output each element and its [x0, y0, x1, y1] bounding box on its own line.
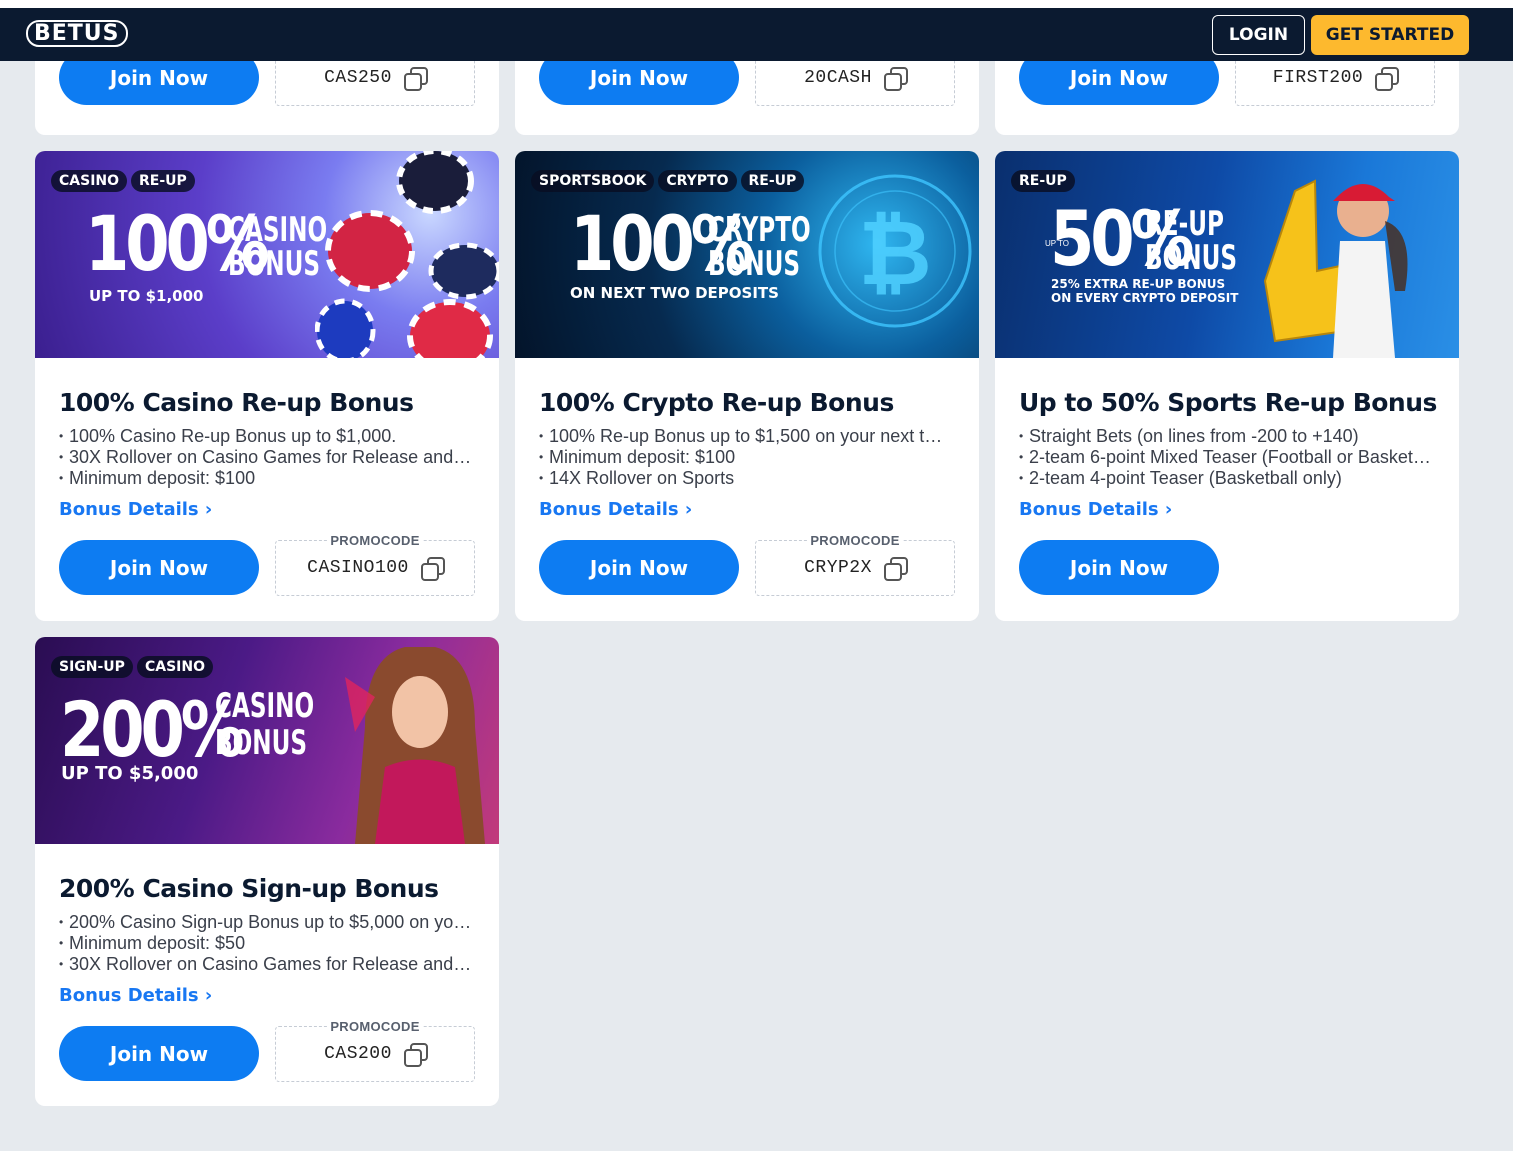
promo-code-box[interactable]: 20CASH — [755, 60, 955, 106]
promo-card-sports-reup: RE-UP UP TO 50% RE-UP BONUS 25% EXTRA RE… — [995, 151, 1459, 621]
tag: CRYPTO — [658, 170, 737, 192]
promo-code-box[interactable]: CAS250 — [275, 60, 475, 106]
banner-word-1: CASINO — [215, 686, 315, 726]
promo-code: CAS200 — [324, 1044, 392, 1064]
promo-code-box[interactable]: PROMOCODE CRYP2X — [755, 533, 955, 596]
bullet-item: Minimum deposit: $100 — [59, 468, 475, 489]
promo-code-box[interactable]: FIRST200 — [1235, 60, 1435, 106]
tag: RE-UP — [740, 170, 805, 192]
bullet-item: 14X Rollover on Sports — [539, 468, 955, 489]
promo-code: CRYP2X — [804, 558, 872, 578]
casino-chips-graphic — [315, 151, 499, 358]
bullet-item: 100% Re-up Bonus up to $1,500 on your ne… — [539, 426, 955, 447]
betus-logo[interactable]: BETUS — [26, 20, 128, 47]
copy-icon[interactable] — [403, 1043, 428, 1067]
join-now-button[interactable]: Join Now — [1019, 60, 1219, 105]
top-strip — [0, 0, 1513, 8]
copy-icon[interactable] — [1375, 67, 1400, 91]
promo-code: CASINO100 — [307, 558, 409, 578]
bullet-item: 200% Casino Sign-up Bonus up to $5,000 o… — [59, 912, 475, 933]
tag: SIGN-UP — [51, 656, 133, 678]
copy-icon[interactable] — [883, 67, 908, 91]
tag-list: RE-UP — [1011, 170, 1075, 192]
banner-word-2: BONUS — [215, 723, 308, 763]
copy-icon[interactable] — [883, 557, 908, 581]
promo-code-box[interactable]: PROMOCODE CAS200 — [275, 1019, 475, 1082]
tag-list: CASINO RE-UP — [51, 170, 195, 192]
svg-text:₿: ₿ — [858, 201, 931, 306]
banner-headline: 200% — [60, 685, 245, 774]
promo-code: FIRST200 — [1272, 68, 1364, 88]
banner-word-1: CRYPTO — [708, 210, 811, 250]
card-title: 100% Casino Re-up Bonus — [59, 388, 414, 417]
bullet-item: 100% Casino Re-up Bonus up to $1,000. — [59, 426, 475, 447]
join-now-button[interactable]: Join Now — [59, 540, 259, 595]
banner-subtitle: ON NEXT TWO DEPOSITS — [570, 284, 779, 302]
bullet-item: Minimum deposit: $50 — [59, 933, 475, 954]
bullet-item: 2-team 6-point Mixed Teaser (Football or… — [1019, 447, 1435, 468]
promo-code: CAS250 — [324, 68, 392, 88]
promo-code: 20CASH — [804, 68, 872, 88]
banner-word-2: BONUS — [228, 244, 321, 284]
promo-card-top-3: Join Now FIRST200 — [995, 60, 1459, 135]
site-header: BETUS LOGIN GET STARTED — [0, 8, 1513, 61]
join-now-button[interactable]: Join Now — [59, 1026, 259, 1081]
banner-subtitle: UP TO $5,000 — [61, 763, 199, 784]
bullet-item: Straight Bets (on lines from -200 to +14… — [1019, 426, 1435, 447]
bonus-details-link[interactable]: Bonus Details › — [539, 499, 955, 521]
promo-card-crypto-reup: SPORTSBOOK CRYPTO RE-UP ₿ 100% CRYPTO BO… — [515, 151, 979, 621]
banner-image[interactable]: CASINO RE-UP 100% CASINO BONUS UP TO $1,… — [35, 151, 499, 358]
promo-code-box[interactable]: PROMOCODE CASINO100 — [275, 533, 475, 596]
bonus-details-link[interactable]: Bonus Details › — [1019, 499, 1435, 521]
promo-card-top-1: Join Now CAS250 — [35, 60, 499, 135]
join-now-button[interactable]: Join Now — [59, 60, 259, 105]
bullet-list: Straight Bets (on lines from -200 to +14… — [1019, 426, 1435, 489]
banner-subtitle-2: ON EVERY CRYPTO DEPOSIT — [1051, 291, 1239, 305]
bullet-list: 200% Casino Sign-up Bonus up to $5,000 o… — [59, 912, 475, 975]
promo-code-label: PROMOCODE — [807, 533, 903, 548]
bullet-item: Minimum deposit: $100 — [539, 447, 955, 468]
login-button[interactable]: LOGIN — [1212, 15, 1305, 55]
card-title: 200% Casino Sign-up Bonus — [59, 874, 439, 903]
promo-code-label: PROMOCODE — [327, 533, 423, 548]
card-title: Up to 50% Sports Re-up Bonus — [1019, 388, 1437, 417]
join-now-button[interactable]: Join Now — [1019, 540, 1219, 595]
tag: SPORTSBOOK — [531, 170, 655, 192]
promo-code-label: PROMOCODE — [327, 1019, 423, 1034]
join-now-button[interactable]: Join Now — [539, 60, 739, 105]
banner-image[interactable]: SPORTSBOOK CRYPTO RE-UP ₿ 100% CRYPTO BO… — [515, 151, 979, 358]
tag: RE-UP — [131, 170, 195, 192]
bitcoin-graphic: ₿ — [818, 174, 972, 328]
banner-subtitle: 25% EXTRA RE-UP BONUS — [1051, 277, 1226, 291]
bullet-item: 30X Rollover on Casino Games for Release… — [59, 447, 475, 468]
banner-word-2: BONUS — [1145, 238, 1238, 278]
promo-card-casino-signup: SIGN-UP CASINO 200% CASINO BONUS UP TO $… — [35, 637, 499, 1106]
tag-list: SIGN-UP CASINO — [51, 656, 213, 678]
fan-graphic — [1263, 179, 1408, 358]
join-now-button[interactable]: Join Now — [539, 540, 739, 595]
tag: CASINO — [136, 656, 213, 678]
banner-word-1: CASINO — [228, 210, 328, 250]
banner-image[interactable]: SIGN-UP CASINO 200% CASINO BONUS UP TO $… — [35, 637, 499, 844]
tag: RE-UP — [1011, 170, 1075, 192]
copy-icon[interactable] — [403, 67, 428, 91]
bullet-list: 100% Re-up Bonus up to $1,500 on your ne… — [539, 426, 955, 489]
casino-hostess-graphic — [345, 647, 485, 844]
banner-word-1: RE-UP — [1145, 204, 1224, 244]
bullet-item: 2-team 4-point Teaser (Basketball only) — [1019, 468, 1435, 489]
bonus-details-link[interactable]: Bonus Details › — [59, 985, 475, 1007]
get-started-button[interactable]: GET STARTED — [1311, 15, 1469, 55]
copy-icon[interactable] — [420, 557, 445, 581]
banner-subtitle: UP TO $1,000 — [89, 287, 204, 305]
card-title: 100% Crypto Re-up Bonus — [539, 388, 894, 417]
bonus-details-link[interactable]: Bonus Details › — [59, 499, 475, 521]
tag: CASINO — [51, 170, 128, 192]
tag-list: SPORTSBOOK CRYPTO RE-UP — [531, 170, 805, 192]
banner-image[interactable]: RE-UP UP TO 50% RE-UP BONUS 25% EXTRA RE… — [995, 151, 1459, 358]
bullet-list: 100% Casino Re-up Bonus up to $1,000. 30… — [59, 426, 475, 489]
promo-card-top-2: Join Now 20CASH — [515, 60, 979, 135]
bullet-item: 30X Rollover on Casino Games for Release… — [59, 954, 475, 975]
banner-word-2: BONUS — [708, 244, 801, 284]
promo-card-casino-reup: CASINO RE-UP 100% CASINO BONUS UP TO $1,… — [35, 151, 499, 621]
